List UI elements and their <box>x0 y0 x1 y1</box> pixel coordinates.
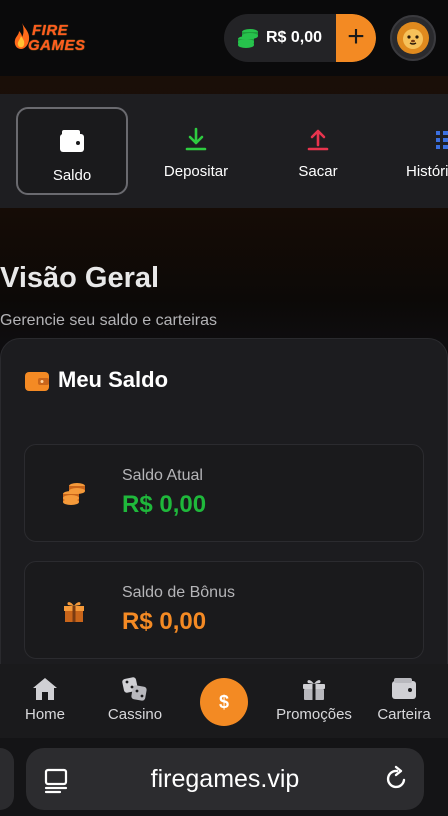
bottom-nav: Home Cassino $ Promoções Carteira <box>0 664 448 746</box>
current-balance-value: R$ 0,00 <box>122 491 207 518</box>
tab-label: Depositar <box>163 163 229 180</box>
tab-sacar[interactable]: Sacar <box>262 107 374 195</box>
nav-label: Cassino <box>107 706 163 723</box>
list-icon <box>436 131 448 149</box>
tab-depositar[interactable]: Depositar <box>140 107 252 195</box>
nav-label: Promoções <box>276 706 352 723</box>
header-balance[interactable]: R$ 0,00 + <box>224 14 376 62</box>
card-title: Meu Saldo <box>58 367 169 392</box>
nav-label: Carteira <box>377 706 431 723</box>
reload-icon[interactable] <box>382 765 410 793</box>
tab-historico[interactable]: Históri <box>384 107 448 195</box>
bonus-balance-value: R$ 0,00 <box>122 608 207 635</box>
add-funds-button[interactable]: + <box>336 14 376 62</box>
home-icon <box>33 678 57 700</box>
nav-casino[interactable]: Cassino <box>96 664 174 734</box>
nav-promotions[interactable]: Promoções <box>270 664 358 734</box>
nav-center-deposit-button[interactable]: $ <box>200 678 248 726</box>
page: FIRE GAMES R$ 0,00 + Saldo Depositar Sac… <box>0 0 448 816</box>
top-header: FIRE GAMES R$ 0,00 + <box>0 0 448 76</box>
lion-avatar-icon <box>397 22 429 54</box>
header-balance-amount: R$ 0,00 <box>266 29 323 46</box>
browser-toolbar: firegames.vip <box>0 738 448 816</box>
user-avatar[interactable] <box>390 15 436 61</box>
tab-label: Sacar <box>298 163 338 180</box>
current-balance-label: Saldo Atual <box>122 467 203 484</box>
download-icon <box>185 127 207 151</box>
gift-icon <box>303 680 325 700</box>
logo-text-games: GAMES <box>28 37 86 54</box>
previous-tab-stub[interactable] <box>0 748 14 810</box>
gift-icon <box>64 602 84 622</box>
coins-stack-icon <box>63 483 85 505</box>
coins-icon <box>238 29 258 48</box>
nav-label: Home <box>24 706 65 723</box>
wallet-icon <box>25 372 49 391</box>
current-balance-box: Saldo Atual R$ 0,00 <box>24 444 424 542</box>
dice-icon <box>122 677 147 701</box>
bonus-balance-label: Saldo de Bônus <box>122 584 235 601</box>
tab-label: Históri <box>406 163 448 180</box>
nav-wallet[interactable]: Carteira <box>368 664 440 734</box>
logo-text-fire: FIRE <box>32 22 69 39</box>
upload-icon <box>307 129 329 151</box>
page-subtitle: Gerencie seu saldo e carteiras <box>0 312 217 329</box>
bonus-balance-box: Saldo de Bônus R$ 0,00 <box>24 561 424 659</box>
address-bar[interactable]: firegames.vip <box>26 748 424 810</box>
wallet-icon <box>60 130 84 152</box>
url-text: firegames.vip <box>150 765 300 793</box>
fire-games-logo[interactable]: FIRE GAMES <box>12 18 85 58</box>
wallet-icon <box>392 678 416 699</box>
nav-home[interactable]: Home <box>10 664 80 734</box>
page-title: Visão Geral <box>0 262 160 294</box>
wallet-tabs: Saldo Depositar Sacar Históri <box>0 94 448 208</box>
tab-label: Saldo <box>52 167 92 184</box>
tab-saldo[interactable]: Saldo <box>16 107 128 195</box>
